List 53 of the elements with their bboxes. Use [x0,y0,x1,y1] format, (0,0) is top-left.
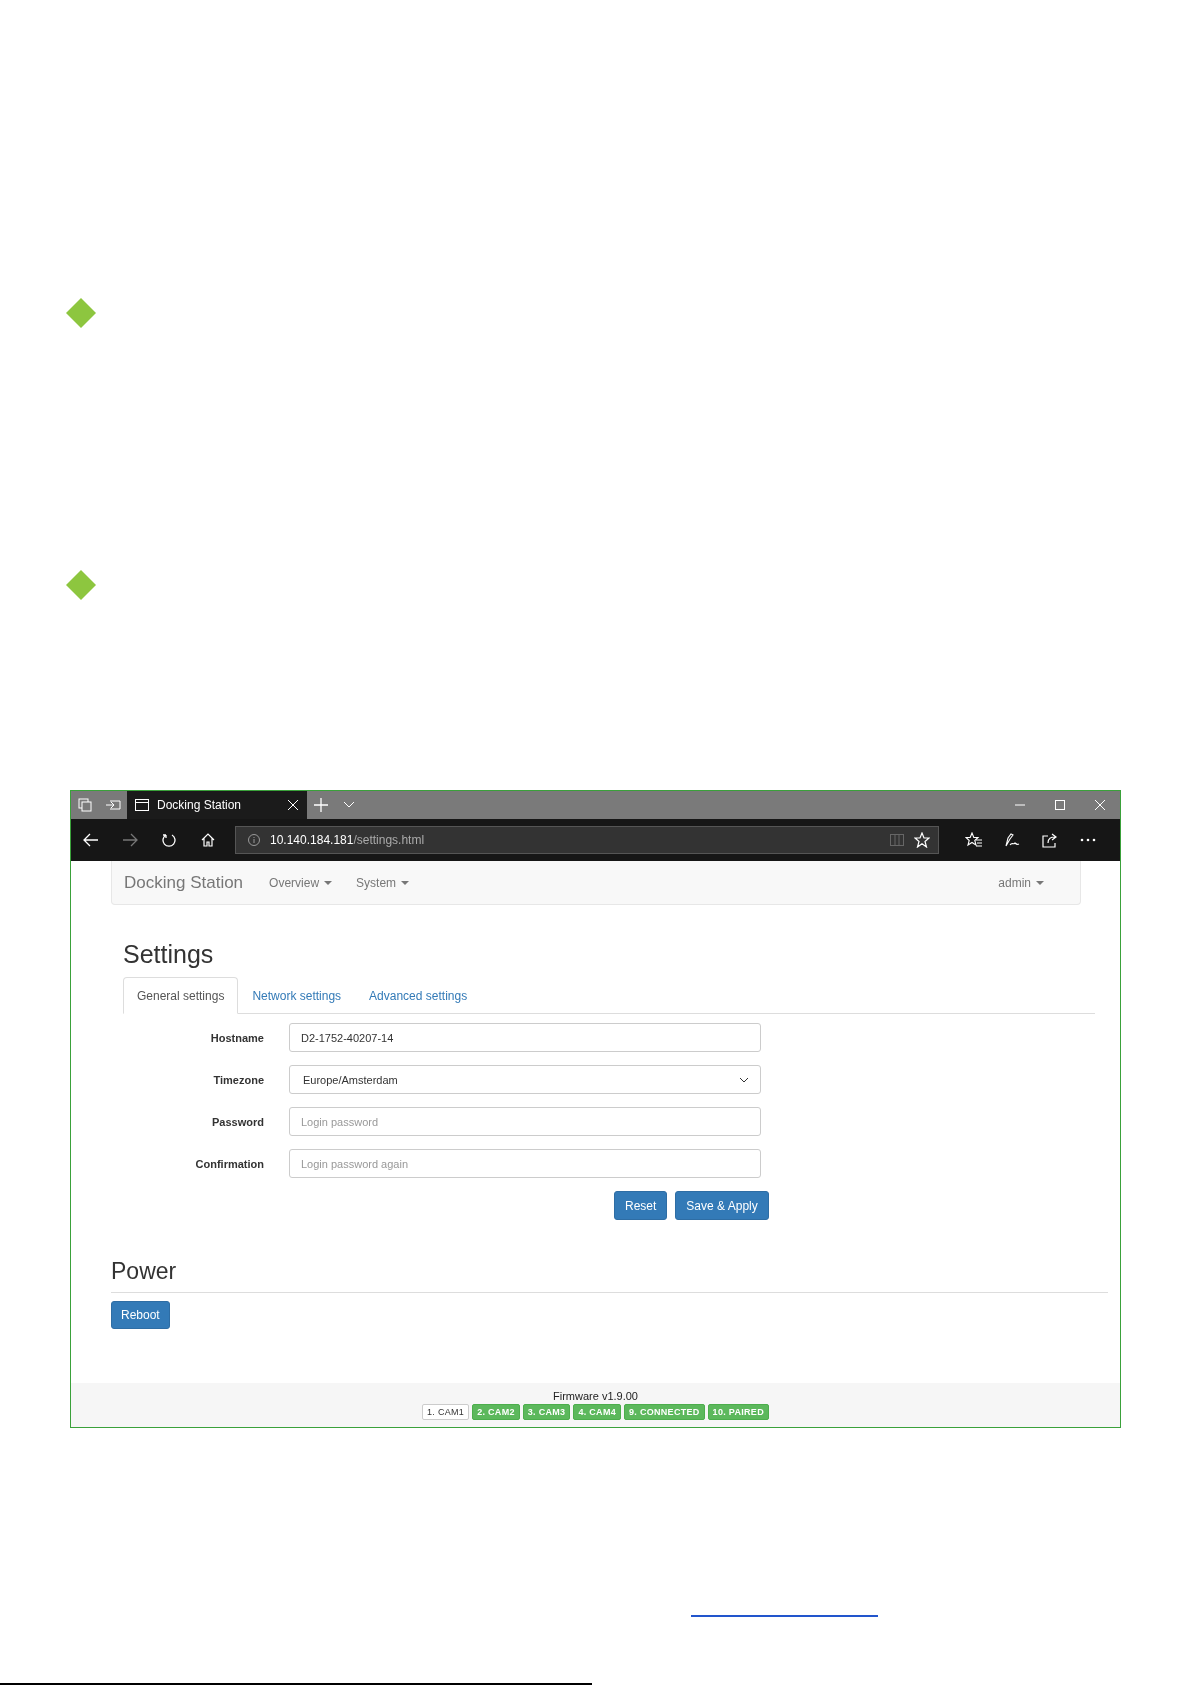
firmware-version: Firmware v1.9.00 [553,1390,638,1402]
plus-icon[interactable] [314,798,328,812]
brand-link[interactable]: Docking Station [124,872,244,893]
field-label: Confirmation [194,1157,265,1170]
select-field[interactable]: Europe/Amsterdam [289,1065,761,1094]
more-icon[interactable] [1080,838,1096,842]
address-bar[interactable]: 10.140.184.181/settings.html [235,826,939,854]
dropdown-menu[interactable]: admin [998,875,1044,890]
diamond-icon [66,298,96,328]
back-arrow-icon[interactable] [82,833,99,847]
action-button[interactable]: Reset [614,1191,668,1220]
diamond-icon [66,570,96,600]
caret-icon [401,880,410,885]
input-field[interactable]: Login password [289,1107,761,1136]
page-icon [135,799,149,811]
section-heading: Power [111,1254,1108,1293]
share-icon[interactable] [1042,832,1058,848]
maximize-icon[interactable] [1055,800,1065,810]
refresh-icon[interactable] [161,833,176,847]
close-icon[interactable] [287,799,299,811]
input-field[interactable]: Login password again [289,1149,761,1178]
star-icon[interactable] [914,832,930,848]
status-badge: 3. CAM3 [522,1404,571,1420]
field-label: Hostname [209,1031,265,1044]
field-label: Password [211,1115,265,1128]
chevron-down-icon [739,1076,749,1083]
status-badge: 1. CAM1 [422,1404,470,1420]
dropdown-menu[interactable]: Overview [269,875,333,890]
favorites-list-icon[interactable] [965,832,983,848]
caret-icon [1036,880,1044,885]
tab[interactable]: Advanced settings [355,977,482,1014]
input-field[interactable]: D2-1752-40207-14 [289,1023,761,1052]
pen-icon[interactable] [1004,832,1020,848]
info-icon [248,834,260,846]
tab-title: Docking Station [157,798,243,812]
status-badge: 9. CONNECTED [624,1404,705,1420]
action-button[interactable]: Save & Apply [675,1191,769,1220]
status-badge: 10. PAIRED [707,1404,769,1420]
field-label: Timezone [212,1073,265,1086]
page-heading: Settings [123,939,215,969]
chevron-down-icon[interactable] [343,801,355,809]
status-badge: 4. CAM4 [573,1404,621,1420]
home-icon[interactable] [200,833,215,847]
dropdown-menu[interactable]: System [356,875,410,890]
tabs-icon[interactable] [78,798,92,812]
browser-tab[interactable]: Docking Station [127,791,307,819]
tab-aside-icon[interactable] [105,798,121,812]
tab[interactable]: General settings [123,977,239,1014]
forward-arrow-icon[interactable] [121,833,138,847]
status-badge: 2. CAM2 [472,1404,520,1420]
caret-icon [324,880,333,885]
reboot-button[interactable]: Reboot [111,1301,170,1329]
tab[interactable]: Network settings [238,977,356,1014]
